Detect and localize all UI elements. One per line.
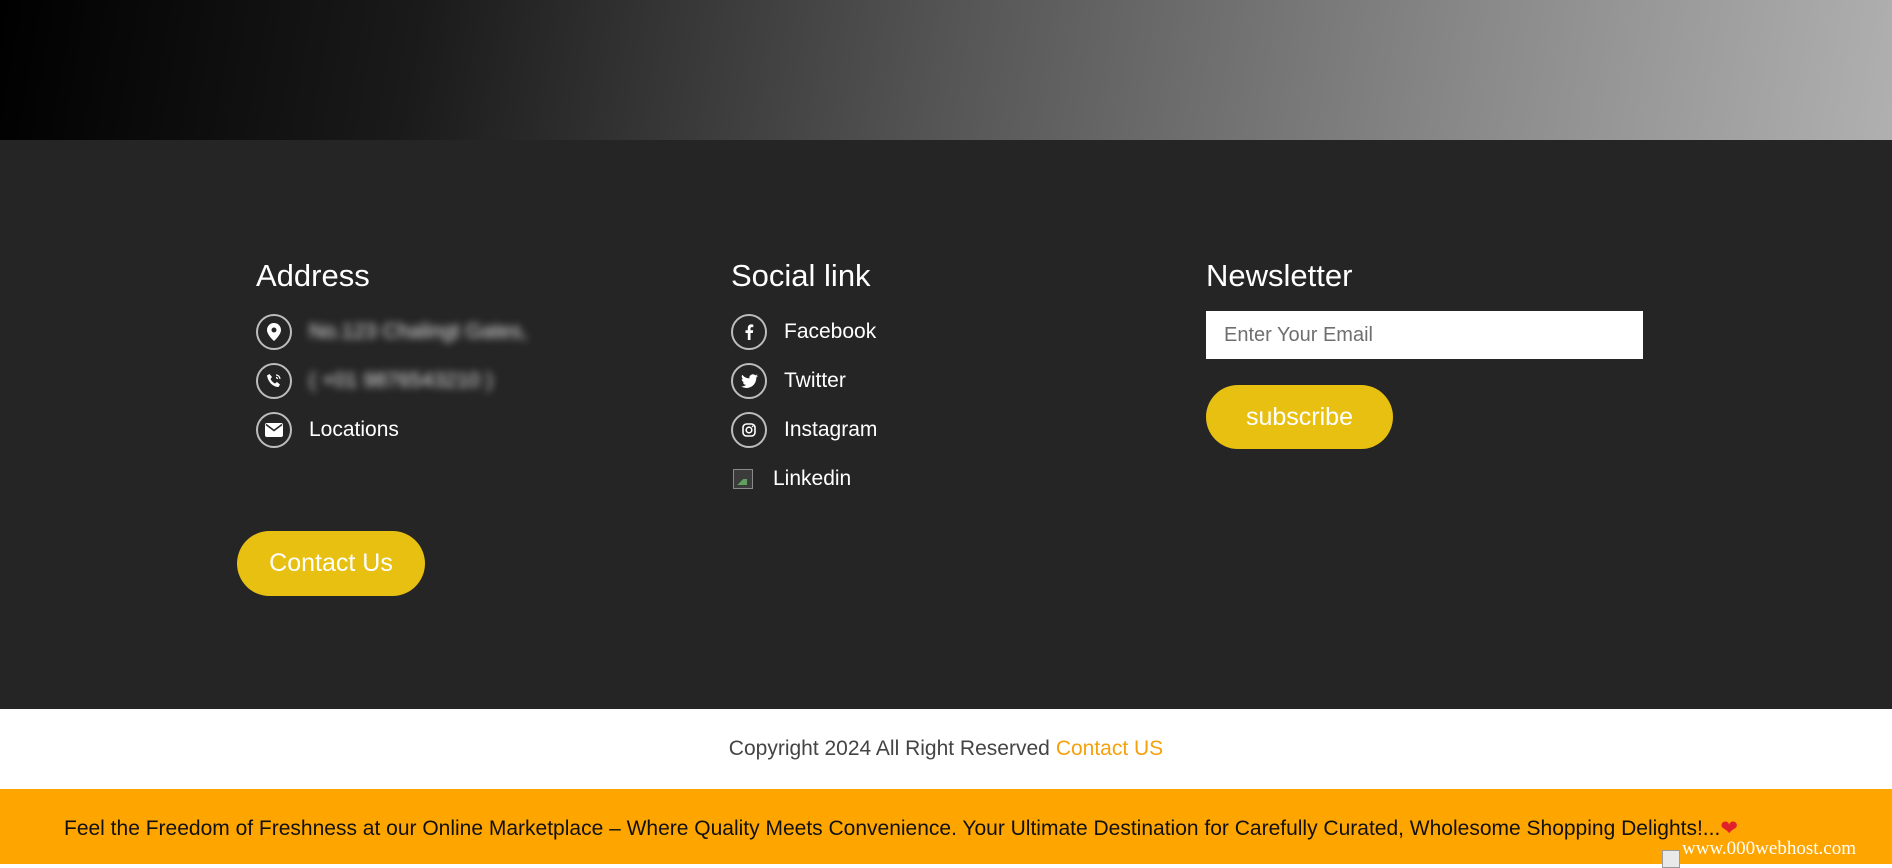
address-locations-row[interactable]: Locations <box>256 412 696 448</box>
social-item-label[interactable]: Facebook <box>784 320 876 344</box>
facebook-icon <box>731 314 767 350</box>
address-phone-row: ( +01 9876543210 ) <box>256 363 696 399</box>
locations-link[interactable]: Locations <box>309 418 399 442</box>
heart-icon: ❤ <box>1720 817 1738 840</box>
copyright-contact-link[interactable]: Contact US <box>1056 737 1163 761</box>
subscribe-button[interactable]: subscribe <box>1206 385 1393 449</box>
social-column: Social link Facebook Twitter Instagram L… <box>731 256 1171 497</box>
social-item-label[interactable]: Instagram <box>784 418 877 442</box>
address-heading: Address <box>256 258 370 293</box>
address-street-row: No.123 Chalingt Gates, <box>256 314 696 350</box>
address-phone-text: ( +01 9876543210 ) <box>309 369 493 392</box>
host-badge-text[interactable]: www.000webhost.com <box>1682 838 1856 860</box>
hero-gradient-banner <box>0 0 1892 140</box>
social-item-linkedin[interactable]: Linkedin <box>731 461 1171 497</box>
newsletter-email-input[interactable] <box>1206 311 1643 359</box>
map-pin-icon <box>256 314 292 350</box>
address-column: Address No.123 Chalingt Gates, ( +01 987… <box>256 256 696 448</box>
marquee-text: Feel the Freedom of Freshness at our Onl… <box>64 817 1721 840</box>
address-street-text: No.123 Chalingt Gates, <box>309 320 528 343</box>
marquee-text-wrapper: Feel the Freedom of Freshness at our Onl… <box>64 816 1738 841</box>
envelope-icon <box>256 412 292 448</box>
phone-icon <box>256 363 292 399</box>
social-item-label[interactable]: Linkedin <box>773 467 851 491</box>
broken-image-icon <box>733 469 753 489</box>
contact-us-button[interactable]: Contact Us <box>237 531 425 596</box>
newsletter-heading: Newsletter <box>1206 258 1353 293</box>
social-item-instagram[interactable]: Instagram <box>731 412 1171 448</box>
twitter-icon <box>731 363 767 399</box>
social-heading: Social link <box>731 258 871 293</box>
newsletter-column: Newsletter <box>1206 256 1646 296</box>
broken-image-icon <box>1662 850 1680 868</box>
announcement-marquee: Feel the Freedom of Freshness at our Onl… <box>0 789 1892 864</box>
instagram-icon <box>731 412 767 448</box>
copyright-text: Copyright 2024 All Right Reserved <box>728 737 1050 760</box>
social-item-twitter[interactable]: Twitter <box>731 363 1171 399</box>
social-item-label[interactable]: Twitter <box>784 369 846 393</box>
host-badge[interactable]: www.000webhost.com <box>1662 838 1856 868</box>
copyright-bar: Copyright 2024 All Right Reserved Contac… <box>0 709 1892 789</box>
social-item-facebook[interactable]: Facebook <box>731 314 1171 350</box>
site-footer: Address No.123 Chalingt Gates, ( +01 987… <box>0 140 1892 709</box>
